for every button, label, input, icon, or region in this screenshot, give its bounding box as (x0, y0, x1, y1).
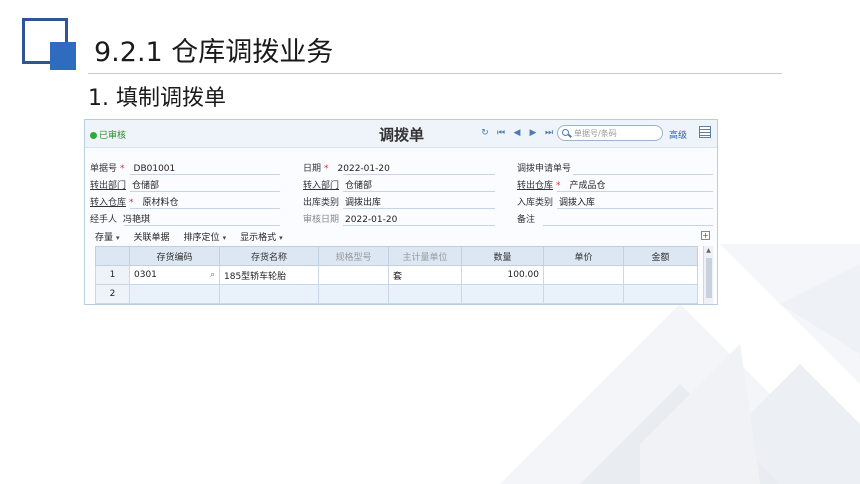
remark-field[interactable]: 备注 (517, 211, 713, 226)
audit-date-field: 审核日期 2022-01-20 (303, 211, 495, 226)
vertical-scrollbar[interactable]: ▲ (703, 246, 713, 304)
first-record-icon[interactable]: ⏮ (495, 128, 507, 138)
required-mark: * (556, 181, 561, 191)
col-header-qty[interactable]: 数量 (461, 246, 544, 266)
app-header: 已审核 调拨单 ↻ ⏮ ◀ ▶ ⏭ 高级 (85, 120, 717, 148)
required-mark: * (129, 198, 134, 208)
prev-record-icon[interactable]: ◀ (511, 128, 523, 138)
cell-code[interactable] (129, 284, 220, 304)
doc-no-field[interactable]: 单据号 * DB01001 (90, 160, 280, 175)
cell-qty[interactable]: 100.00 (461, 265, 544, 285)
row-number: 2 (95, 284, 130, 304)
search-box[interactable] (557, 125, 663, 141)
cell-code[interactable]: 0301 ⌕ (129, 265, 220, 285)
sort-locate-menu[interactable]: 排序定位 ▾ (184, 230, 227, 243)
title-divider (88, 73, 782, 74)
table-toolbar: 存量 ▾ 关联单据 排序定位 ▾ 显示格式 ▾ (95, 230, 283, 243)
table-row[interactable]: 1 0301 ⌕ 185型轿车轮胎 套 100.00 (95, 265, 698, 285)
cell-qty[interactable] (461, 284, 544, 304)
record-navigation: ↻ ⏮ ◀ ▶ ⏭ (479, 128, 555, 138)
cell-amount[interactable] (623, 284, 698, 304)
required-mark: * (120, 164, 125, 174)
in-warehouse-field[interactable]: 转入仓库 * 原材料仓 (90, 194, 280, 209)
status-dot-icon (90, 132, 97, 139)
last-record-icon[interactable]: ⏭ (543, 128, 555, 138)
in-dept-field[interactable]: 转入部门 仓储部 (303, 177, 495, 192)
transfer-request-no-field[interactable]: 调拨申请单号 (517, 160, 713, 175)
required-mark: * (324, 164, 329, 174)
title-decoration-fill (50, 42, 76, 70)
out-dept-field[interactable]: 转出部门 仓储部 (90, 177, 280, 192)
cell-price[interactable] (543, 284, 624, 304)
slide-title: 9.2.1 仓库调拨业务 (90, 30, 340, 69)
related-docs-menu[interactable]: 关联单据 (134, 230, 170, 243)
col-header-code[interactable]: 存货编码 (129, 246, 220, 266)
date-field[interactable]: 日期 * 2022-01-20 (303, 160, 495, 175)
cell-name[interactable] (219, 284, 319, 304)
in-type-field[interactable]: 入库类别 调拨入库 (517, 194, 713, 209)
transfer-order-window: 已审核 调拨单 ↻ ⏮ ◀ ▶ ⏭ 高级 单据号*DB01001 日期*2022… (84, 119, 718, 305)
row-number: 1 (95, 265, 130, 285)
stock-menu[interactable]: 存量 ▾ (95, 230, 120, 243)
col-header-name[interactable]: 存货名称 (219, 246, 319, 266)
advanced-search-link[interactable]: 高级 (669, 128, 687, 141)
col-header-price[interactable]: 单价 (543, 246, 624, 266)
scroll-up-icon[interactable]: ▲ (704, 246, 713, 256)
col-header-spec[interactable]: 规格型号 (318, 246, 389, 266)
cell-amount[interactable] (623, 265, 698, 285)
cell-spec[interactable] (318, 265, 389, 285)
handler-field[interactable]: 经手人 冯艳琪 (90, 211, 280, 226)
col-header-rownum (95, 246, 130, 266)
status-text: 已审核 (99, 131, 127, 141)
search-input[interactable] (574, 128, 658, 138)
attachment-icon[interactable]: ⌕ (210, 270, 215, 280)
display-format-menu[interactable]: 显示格式 ▾ (240, 230, 283, 243)
table-row[interactable]: 2 (95, 284, 698, 304)
col-header-unit[interactable]: 主计量单位 (388, 246, 462, 266)
detail-table: 存货编码 存货名称 规格型号 主计量单位 数量 单价 金额 1 0301 ⌕ 18… (95, 246, 698, 304)
search-icon[interactable] (561, 128, 572, 139)
col-header-amount[interactable]: 金额 (623, 246, 698, 266)
cell-price[interactable] (543, 265, 624, 285)
out-warehouse-field[interactable]: 转出仓库 * 产成品仓 (517, 177, 713, 192)
table-header-row: 存货编码 存货名称 规格型号 主计量单位 数量 单价 金额 (95, 246, 698, 266)
cell-unit[interactable] (388, 284, 462, 304)
scrollbar-thumb[interactable] (706, 258, 712, 298)
refresh-icon[interactable]: ↻ (479, 128, 491, 138)
status-indicator: 已审核 (90, 128, 126, 141)
cell-name[interactable]: 185型轿车轮胎 (219, 265, 319, 285)
layout-settings-icon[interactable] (699, 126, 711, 138)
expand-icon[interactable]: + (701, 231, 710, 240)
cell-spec[interactable] (318, 284, 389, 304)
document-title: 调拨单 (379, 126, 425, 144)
cell-unit[interactable]: 套 (388, 265, 462, 285)
out-type-field[interactable]: 出库类别 调拨出库 (303, 194, 495, 209)
slide-subtitle: 1. 填制调拨单 (86, 80, 234, 112)
next-record-icon[interactable]: ▶ (527, 128, 539, 138)
